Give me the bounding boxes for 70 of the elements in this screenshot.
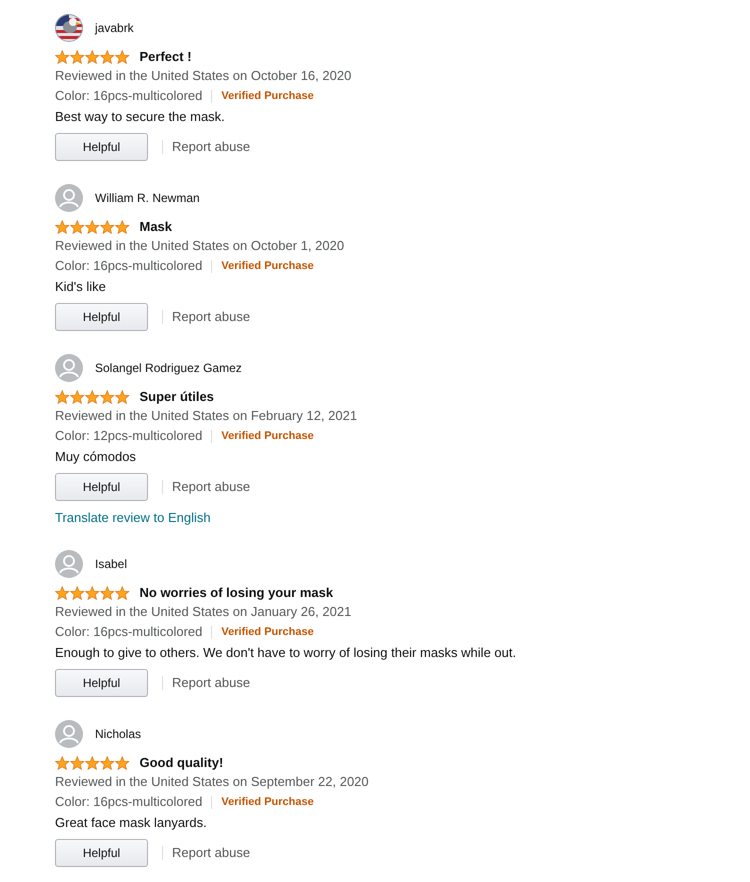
star-icon (100, 390, 114, 404)
star-icon (85, 756, 100, 770)
verified-purchase-label: Verified Purchase (221, 794, 314, 810)
helpful-button[interactable]: Helpful (55, 669, 148, 697)
review-title[interactable]: Mask (140, 217, 172, 237)
star-icon (115, 586, 130, 600)
color-variant[interactable]: Color: 12pcs-multicolored (55, 426, 202, 446)
color-variant[interactable]: Color: 16pcs-multicolored (55, 622, 202, 642)
star-icon (115, 756, 130, 770)
review-title[interactable]: Super útiles (140, 387, 214, 407)
star-icon (115, 220, 130, 234)
star-icon (55, 50, 70, 64)
review-date: Reviewed in the United States on September 22, 2020 (55, 773, 369, 792)
star-icon (100, 756, 114, 770)
reviewer-name[interactable]: javabrk (95, 19, 134, 37)
star-icon (70, 756, 84, 770)
star-icon (55, 586, 70, 600)
reviewer-name[interactable]: Solangel Rodriguez Gamez (95, 359, 242, 377)
helpful-button[interactable]: Helpful (55, 839, 148, 867)
report-abuse-link[interactable]: Report abuse (172, 673, 250, 693)
report-abuse-link[interactable]: Report abuse (172, 843, 250, 863)
review-text: Muy cómodos (55, 448, 136, 466)
star-icon (55, 390, 70, 404)
avatar-icon (55, 184, 83, 212)
review-title[interactable]: No worries of losing your mask (140, 583, 334, 603)
color-variant[interactable]: Color: 16pcs-multicolored (55, 86, 202, 106)
avatar-icon (55, 550, 83, 578)
review-title[interactable]: Perfect ! (140, 47, 192, 67)
star-icon (55, 220, 70, 234)
star-icon (100, 220, 114, 234)
review-text: Enough to give to others. We don't have to worry of losing their masks while out. (55, 644, 516, 662)
review-text: Best way to secure the mask. (55, 108, 225, 126)
color-variant[interactable]: Color: 16pcs-multicolored (55, 792, 202, 812)
star-icon (70, 390, 84, 404)
star-icon (70, 586, 84, 600)
star-icon (55, 756, 70, 770)
verified-purchase-label: Verified Purchase (221, 428, 314, 444)
report-abuse-link[interactable]: Report abuse (172, 137, 250, 157)
review-date: Reviewed in the United States on October 16, 2020 (55, 67, 352, 86)
review-date: Reviewed in the United States on February 12, 2021 (55, 407, 358, 426)
star-icon (85, 220, 100, 234)
review-date: Reviewed in the United States on October 1, 2020 (55, 237, 344, 256)
report-abuse-link[interactable]: Report abuse (172, 477, 250, 497)
star-icon (70, 50, 84, 64)
star-icon (115, 390, 130, 404)
star-icon (85, 390, 100, 404)
helpful-button[interactable]: Helpful (55, 133, 148, 161)
review-text: Great face mask lanyards. (55, 814, 207, 832)
star-icon (100, 50, 114, 64)
verified-purchase-label: Verified Purchase (221, 258, 314, 274)
star-icon (115, 50, 130, 64)
verified-purchase-label: Verified Purchase (221, 88, 314, 104)
translate-link[interactable]: Translate review to English (55, 508, 211, 528)
review-title[interactable]: Good quality! (140, 753, 224, 773)
star-icon (85, 50, 100, 64)
avatar-icon (55, 720, 83, 748)
star-icon (70, 220, 84, 234)
color-variant[interactable]: Color: 16pcs-multicolored (55, 256, 202, 276)
reviewer-name[interactable]: Isabel (95, 555, 128, 573)
report-abuse-link[interactable]: Report abuse (172, 307, 250, 327)
helpful-button[interactable]: Helpful (55, 303, 148, 331)
star-icon (100, 586, 114, 600)
review-text: Kid's like (55, 278, 106, 296)
star-icon (85, 586, 100, 600)
verified-purchase-label: Verified Purchase (221, 624, 314, 640)
review-date: Reviewed in the United States on January 26, 2021 (55, 603, 352, 622)
helpful-button[interactable]: Helpful (55, 473, 148, 501)
reviewer-name[interactable]: William R. Newman (95, 189, 200, 207)
reviewer-name[interactable]: Nicholas (95, 725, 142, 743)
avatar-icon (55, 354, 83, 382)
